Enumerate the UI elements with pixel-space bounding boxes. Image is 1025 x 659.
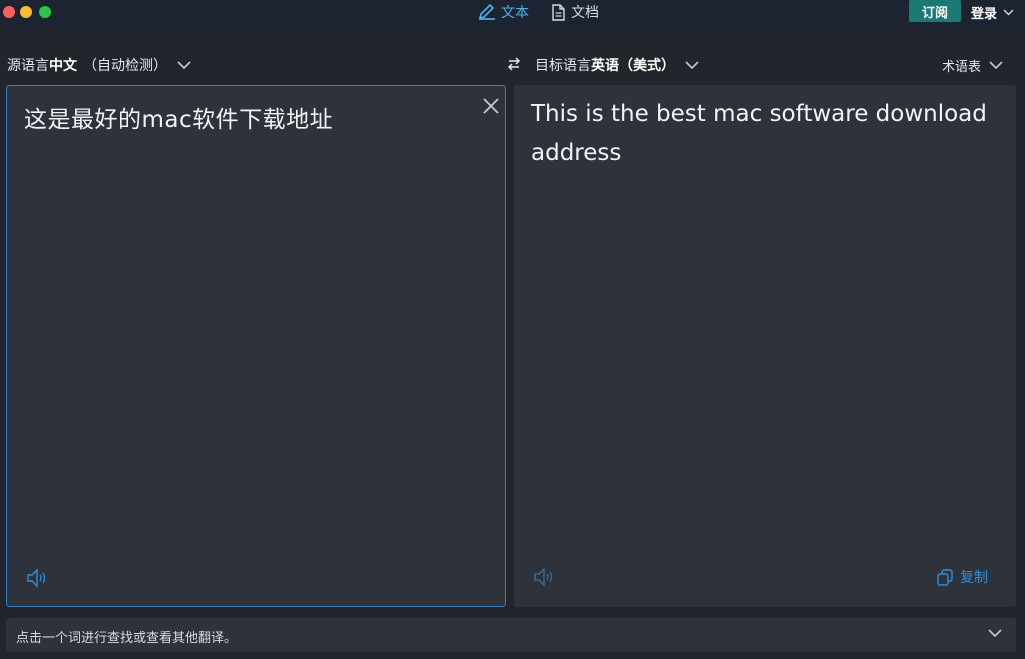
tab-document-label: 文档 — [571, 5, 599, 21]
pencil-icon — [478, 4, 495, 20]
target-speaker-icon[interactable] — [532, 565, 558, 589]
target-language-selector[interactable]: 目标语言 英语（美式） — [535, 52, 699, 78]
translated-text[interactable]: This is the best mac software download a… — [531, 95, 1001, 173]
tab-document[interactable]: 文档 — [551, 0, 599, 24]
source-language-detect: （自动检测） — [83, 58, 167, 74]
source-speaker-icon[interactable] — [25, 566, 51, 590]
tab-text[interactable]: 文本 — [478, 0, 529, 24]
login-menu[interactable]: 登录 — [971, 2, 1014, 22]
source-text-panel[interactable]: 这是最好的mac软件下载地址 — [6, 85, 506, 607]
source-language-prefix: 源语言 — [7, 58, 49, 74]
dictionary-hint-bar[interactable]: 点击一个词进行查找或查看其他翻译。 — [6, 618, 1016, 652]
title-bar: 文本 文档 订阅 登录 — [0, 0, 1025, 30]
glossary-label: 术语表 — [942, 59, 982, 75]
close-window-button[interactable] — [3, 6, 15, 18]
chevron-down-icon — [177, 61, 191, 69]
subscribe-button[interactable]: 订阅 — [909, 0, 961, 22]
chevron-down-icon — [1003, 9, 1014, 15]
copy-label: 复制 — [960, 570, 988, 586]
dictionary-hint-text: 点击一个词进行查找或查看其他翻译。 — [16, 631, 238, 646]
target-language-name: 英语（美式） — [591, 58, 675, 74]
tab-text-label: 文本 — [501, 5, 529, 21]
chevron-down-icon — [989, 61, 1003, 69]
chevron-down-icon[interactable] — [988, 629, 1002, 637]
glossary-selector[interactable]: 术语表 — [942, 52, 1003, 78]
clear-text-icon[interactable] — [481, 96, 501, 116]
target-text-panel: This is the best mac software download a… — [514, 85, 1016, 607]
target-language-prefix: 目标语言 — [535, 58, 591, 74]
document-icon — [552, 3, 565, 21]
copy-button[interactable]: 复制 — [936, 567, 988, 587]
zoom-window-button[interactable] — [39, 6, 51, 18]
source-language-name: 中文 — [49, 58, 77, 74]
login-label: 登录 — [971, 6, 998, 22]
source-text-input[interactable]: 这是最好的mac软件下载地址 — [24, 100, 333, 134]
swap-languages-icon[interactable] — [507, 57, 521, 71]
source-language-selector[interactable]: 源语言 中文 （自动检测） — [7, 52, 191, 78]
chevron-down-icon — [685, 61, 699, 69]
copy-icon — [937, 569, 953, 586]
minimize-window-button[interactable] — [20, 6, 32, 18]
